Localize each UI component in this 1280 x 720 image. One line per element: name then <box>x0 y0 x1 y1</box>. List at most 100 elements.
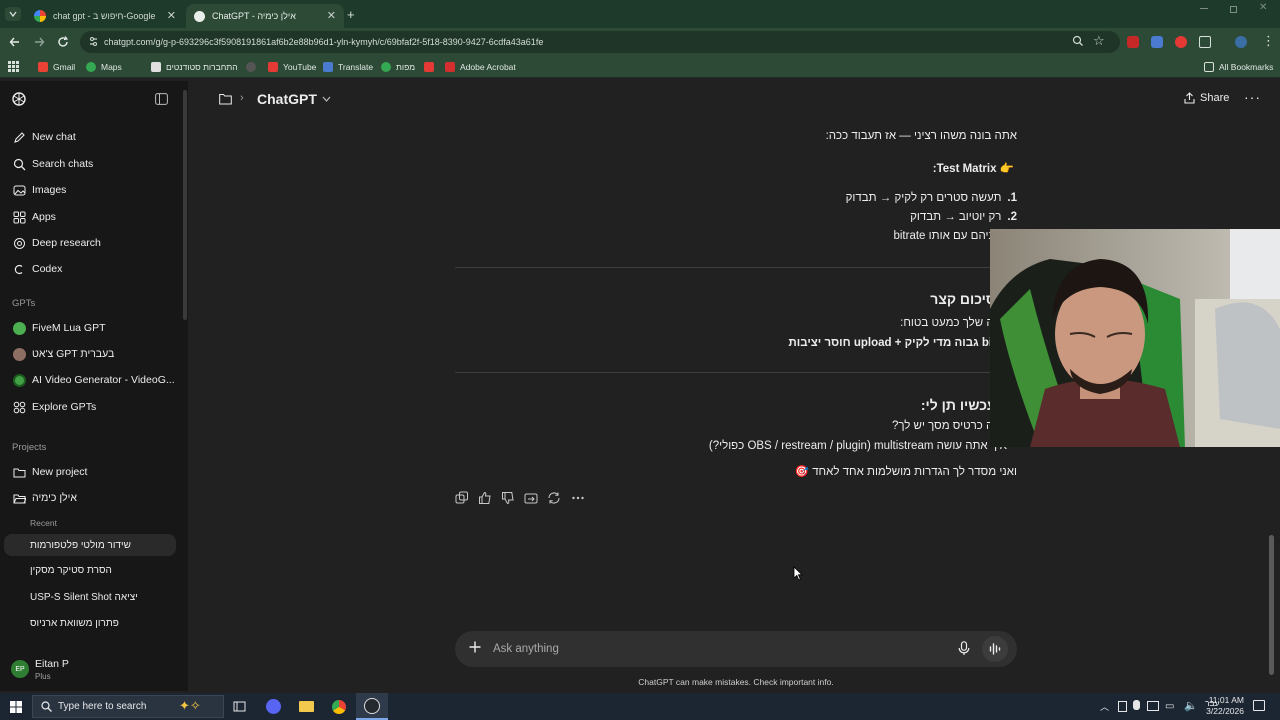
site-info-icon[interactable] <box>88 36 99 47</box>
bookmarks-bar: Gmail Maps התחברות סטודנטים YouTube Tran… <box>0 56 1280 78</box>
chat-header: › ChatGPT Share ··· <box>188 81 1280 119</box>
sidebar-scrollbar[interactable] <box>183 90 187 320</box>
clock[interactable]: 11:01 AM 3/22/2026 <box>1174 695 1244 717</box>
star-icon[interactable]: ☆ <box>1093 33 1105 49</box>
extension-abp-icon[interactable] <box>1127 36 1139 48</box>
bookmark-students[interactable]: התחברות סטודנטים <box>151 60 238 74</box>
bookmark-gmail[interactable]: Gmail <box>38 60 75 74</box>
microphone-icon[interactable] <box>1133 700 1140 710</box>
folder-open-icon <box>12 491 26 505</box>
sidebar-gpt-fivem[interactable]: FiveM Lua GPT <box>12 317 106 339</box>
taskbar-chrome-icon[interactable] <box>331 699 347 715</box>
extensions-icon[interactable] <box>1199 36 1211 48</box>
new-tab-button[interactable]: + <box>347 7 355 22</box>
tab-google-search[interactable]: chat gpt - חיפוש ב-Google ✕ <box>26 4 184 28</box>
bookmark-youtube[interactable]: YouTube <box>268 60 316 74</box>
breadcrumb-separator-icon: › <box>240 92 244 104</box>
image-icon <box>12 183 26 197</box>
taskbar-obs-icon[interactable] <box>356 693 388 720</box>
taskbar-file-explorer-icon[interactable] <box>299 701 314 712</box>
sidebar-gpt-video-generator[interactable]: AI Video Generator - VideoG... <box>12 369 175 391</box>
close-icon[interactable]: ✕ <box>327 9 336 22</box>
copy-button[interactable] <box>455 491 469 505</box>
tab-list-button[interactable] <box>5 7 21 21</box>
reload-button[interactable] <box>56 35 70 49</box>
disclaimer-text: ChatGPT can make mistakes. Check importa… <box>638 677 834 687</box>
recent-section-label: Recent <box>30 518 57 528</box>
research-icon <box>12 236 26 250</box>
tab-title: chat gpt - חיפוש ב-Google <box>53 11 156 21</box>
share-message-button[interactable] <box>524 491 538 505</box>
bookmark-adobe[interactable]: Adobe Acrobat <box>445 60 516 74</box>
tab-chatgpt[interactable]: ChatGPT - אילן כימיה ✕ <box>186 4 344 28</box>
extension-translate-icon[interactable] <box>1151 36 1163 48</box>
task-view-button[interactable] <box>233 700 246 713</box>
sidebar-item-codex[interactable]: Codex <box>12 258 62 280</box>
all-bookmarks[interactable]: All Bookmarks <box>1204 60 1273 74</box>
forward-button[interactable] <box>32 35 46 49</box>
sidebar-item-apps[interactable]: Apps <box>12 206 56 228</box>
recent-chat-item[interactable]: שידור מולטי פלטפורמות <box>4 534 176 556</box>
back-button[interactable] <box>8 35 22 49</box>
share-button[interactable]: Share <box>1184 92 1229 104</box>
maps-icon <box>86 62 96 72</box>
bookmark-translate[interactable]: Translate <box>323 60 373 74</box>
apps-grid-icon[interactable] <box>8 61 19 72</box>
thumbs-up-button[interactable] <box>478 491 492 505</box>
sidebar-item-images[interactable]: Images <box>12 179 66 201</box>
sidebar-item-deep-research[interactable]: Deep research <box>12 232 101 254</box>
sidebar-new-project[interactable]: New project <box>12 461 87 483</box>
tray-chevron-icon[interactable]: ︿ <box>1100 700 1109 713</box>
divider <box>455 267 1017 268</box>
address-bar[interactable]: chatgpt.com/g/g-p-693296c3f5908191861af6… <box>80 31 1120 53</box>
sidebar-explore-gpts[interactable]: Explore GPTs <box>12 396 96 418</box>
sidebar-gpt-hebrew[interactable]: צ'אט GPT בעברית <box>12 343 114 365</box>
user-account-button[interactable]: EP Eitan P Plus <box>8 655 178 685</box>
maximize-button[interactable] <box>1230 6 1237 13</box>
recent-chat-item[interactable]: הסרת סטיקר מסקין <box>30 565 112 576</box>
taskbar-search[interactable]: Type here to search ✦✧ <box>32 695 224 718</box>
prompt-input[interactable] <box>493 640 933 658</box>
project-folder-icon[interactable] <box>219 93 232 105</box>
clock-date: 3/22/2026 <box>1206 706 1244 716</box>
windows-start-button[interactable] <box>10 701 22 713</box>
list-item: 1.תעשה סטרים רק לקיק → תבדוק <box>845 192 1017 204</box>
target-icon: 🎯 <box>794 466 813 478</box>
message-paragraph: אתה בונה משהו רציני — אז תעבוד ככה: <box>825 130 1017 142</box>
bookmark-maps[interactable]: Maps <box>86 60 122 74</box>
profile-icon[interactable] <box>1235 36 1247 48</box>
apps-icon <box>12 210 26 224</box>
dictate-button[interactable] <box>958 641 970 656</box>
recent-chat-item[interactable]: פתרון משוואת ארניוס <box>30 618 119 629</box>
more-actions-button[interactable] <box>571 491 585 505</box>
voice-mode-button[interactable] <box>982 636 1008 662</box>
browser-menu-icon[interactable]: ⋮ <box>1262 34 1275 48</box>
sidebar-item-new-chat[interactable]: New chat <box>12 126 76 148</box>
sidebar-toggle-icon[interactable] <box>155 93 168 105</box>
more-options-icon[interactable]: ··· <box>1244 89 1261 105</box>
regenerate-button[interactable] <box>547 491 561 505</box>
tray-device-icon[interactable] <box>1147 701 1159 711</box>
recent-chat-item[interactable]: USP-S Silent Shot יציאה <box>30 592 138 603</box>
model-selector[interactable]: ChatGPT <box>257 91 331 107</box>
openai-logo-icon[interactable] <box>11 91 27 107</box>
chat-scrollbar[interactable] <box>1269 535 1274 675</box>
extension-red-icon[interactable] <box>1175 36 1187 48</box>
bookmark-mapot[interactable]: מפות <box>381 60 415 74</box>
bookmark-youtube-2[interactable] <box>424 60 439 74</box>
share-icon <box>1184 92 1195 104</box>
notifications-icon[interactable] <box>1253 700 1265 711</box>
regenerate-icon <box>548 492 560 504</box>
zoom-icon[interactable] <box>1072 35 1084 47</box>
pointing-hand-icon: 👉 <box>999 163 1014 175</box>
taskbar-discord-icon[interactable] <box>266 699 281 714</box>
minimize-button[interactable] <box>1200 8 1208 9</box>
bookmark-blank[interactable] <box>246 60 261 74</box>
close-icon[interactable]: ✕ <box>167 9 176 22</box>
add-attachment-button[interactable] <box>468 640 482 654</box>
sidebar-project-ilan-chemistry[interactable]: אילן כימיה <box>12 487 77 509</box>
thumbs-down-button[interactable] <box>501 491 515 505</box>
tray-app-icon[interactable] <box>1118 701 1127 712</box>
close-window-button[interactable]: ✕ <box>1259 2 1267 13</box>
sidebar-item-search-chats[interactable]: Search chats <box>12 153 93 175</box>
